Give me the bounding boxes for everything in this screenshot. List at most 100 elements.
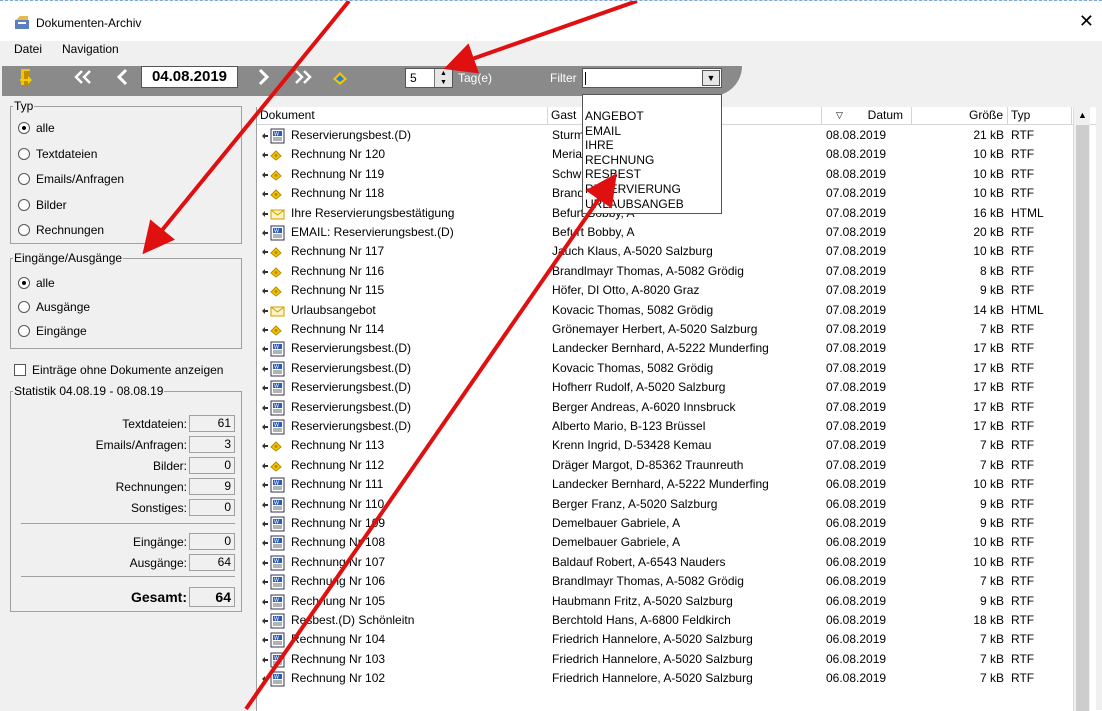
table-row[interactable]: W Reservierungsbest.(D) Kovacic Thomas, 50… [257, 359, 1072, 378]
typ-option[interactable]: alle [18, 121, 55, 135]
filter-option[interactable]: RESBEST [585, 168, 641, 181]
table-row[interactable]: W EMAIL: Reservierungsbest.(D) Befurt Bobb… [257, 223, 1072, 242]
scroll-thumb[interactable] [1076, 125, 1089, 711]
table-row[interactable]: Rechnung Nr 116 Brandlmayr Thomas, A-5082… [257, 262, 1072, 281]
radio-button[interactable] [18, 147, 30, 160]
cell-size: 20 kB [973, 225, 1004, 239]
checkbox-box[interactable] [14, 364, 26, 376]
today-icon[interactable] [330, 65, 350, 89]
radio-button[interactable] [18, 224, 30, 236]
cell-size: 10 kB [973, 166, 1004, 181]
cell-document: EMAIL: Reservierungsbest.(D) [291, 225, 454, 239]
show-empty-checkbox[interactable]: Einträge ohne Dokumente anzeigen [14, 363, 223, 377]
forward-icon[interactable] [254, 65, 272, 89]
svg-text:W: W [274, 578, 279, 584]
table-row[interactable]: W Rechnung Nr 102 Friedrich Hannelore, A-5… [257, 669, 1072, 688]
spin-arrows-icon[interactable]: ▲ ▼ [434, 69, 452, 87]
filter-option[interactable]: RESERVIERUNG [585, 183, 681, 196]
close-icon[interactable]: ✕ [1079, 12, 1094, 30]
cell-guest: Berger Andreas, A-6020 Innsbruck [552, 399, 736, 414]
direction-option[interactable]: Ausgänge [18, 300, 90, 314]
col-header-type[interactable]: Typ [1008, 107, 1072, 125]
svg-text:W: W [274, 655, 279, 661]
cell-date: 06.08.2019 [826, 554, 887, 569]
back-fast-icon[interactable] [72, 65, 94, 89]
radio-button[interactable] [18, 122, 30, 134]
radio-button[interactable] [18, 173, 30, 185]
exit-door-icon[interactable] [18, 65, 34, 89]
menu-navigation[interactable]: Navigation [62, 42, 119, 56]
table-row[interactable]: W Rechnung Nr 107 Baldauf Robert, A-6543 N… [257, 553, 1072, 572]
typ-option[interactable]: Rechnungen [18, 223, 104, 237]
direction-option[interactable]: Eingänge [18, 324, 87, 338]
cell-document: Rechnung Nr 119 [291, 166, 385, 181]
filter-option[interactable]: EMAIL [585, 124, 621, 138]
table-row[interactable]: W Rechnung Nr 104 Friedrich Hannelore, A-5… [257, 630, 1072, 649]
cell-date: 07.08.2019 [826, 205, 887, 220]
stat-label: Textdateien: [122, 417, 187, 431]
table-row[interactable]: W Rechnung Nr 111 Landecker Bernhard, A-52… [257, 475, 1072, 494]
cell-date: 06.08.2019 [826, 574, 887, 589]
cell-type: RTF [1011, 574, 1035, 589]
table-row[interactable]: W Reservierungsbest.(D) Landecker Bernhard… [257, 339, 1072, 358]
col-header-document[interactable]: Dokument [257, 107, 548, 125]
table-row[interactable]: Rechnung Nr 114 Grönemayer Herbert, A-502… [257, 320, 1072, 339]
stat-invoices: Rechnungen: 9 [11, 477, 243, 497]
table-row[interactable]: W Rechnung Nr 106 Brandlmayr Thomas, A-508… [257, 572, 1072, 591]
cell-type: RTF [1011, 516, 1035, 530]
table-row[interactable]: W Reservierungsbest.(D) Berger Andreas, A-… [257, 398, 1072, 417]
table-row[interactable]: W Rechnung Nr 108 Demelbauer Gabriele, A 06… [257, 533, 1072, 552]
cell-type: RTF [1011, 593, 1035, 608]
filter-option[interactable]: IHRE [585, 139, 614, 152]
table-row[interactable]: W Reservierungsbest.(D) Hofherr Rudolf, A-… [257, 378, 1072, 397]
table-row[interactable]: W Reservierungsbest.(D) Alberto Mario, B-1… [257, 417, 1072, 436]
back-icon[interactable] [114, 65, 132, 89]
table-row[interactable]: W Rechnung Nr 103 Friedrich Hannelore, A-5… [257, 650, 1072, 669]
table-row[interactable]: Urlaubsangebot Kovacic Thomas, 5082 Grödi… [257, 301, 1072, 320]
filter-option[interactable]: RECHNUNG [585, 153, 654, 167]
forward-fast-icon[interactable] [292, 65, 314, 89]
table-row[interactable]: Rechnung Nr 117 Jauch Klaus, A-5020 Salzb… [257, 242, 1072, 261]
table-row[interactable]: W Rechnung Nr 105 Haubmann Fritz, A-5020 S… [257, 592, 1072, 611]
stat-value: 9 [189, 478, 235, 495]
radio-button[interactable] [18, 325, 30, 337]
cell-type: RTF [1011, 671, 1035, 686]
scroll-up-icon[interactable]: ▲ [1074, 107, 1091, 124]
table-row[interactable]: Rechnung Nr 115 Höfer, DI Otto, A-8020 Gr… [257, 281, 1072, 300]
days-stepper[interactable]: 5 ▲ ▼ [405, 68, 453, 88]
table-row[interactable]: W Rechnung Nr 110 Berger Franz, A-5020 Sal… [257, 495, 1072, 514]
col-header-size[interactable]: Größe [912, 107, 1008, 125]
cell-date: 07.08.2019 [826, 263, 887, 278]
direction-option[interactable]: alle [18, 276, 55, 290]
menu-file[interactable]: Datei [14, 42, 42, 56]
typ-option[interactable]: Emails/Anfragen [18, 172, 124, 186]
word-icon: W [262, 574, 285, 590]
typ-option[interactable]: Textdateien [18, 147, 97, 161]
chevron-down-icon[interactable]: ▼ [702, 70, 720, 86]
filter-option[interactable]: ANGEBOT [585, 110, 644, 123]
cell-size: 17 kB [973, 380, 1004, 395]
direction-legend: Eingänge/Ausgänge [14, 251, 123, 265]
svg-text:W: W [274, 481, 279, 487]
cell-document: Rechnung Nr 115 [291, 283, 385, 298]
radio-button[interactable] [18, 277, 30, 289]
radio-button[interactable] [18, 198, 30, 211]
cell-guest: Kovacic Thomas, 5082 Grödig [552, 360, 714, 375]
filter-combo[interactable]: ▼ [582, 68, 722, 88]
cell-document: Rechnung Nr 117 [291, 244, 385, 259]
vertical-scrollbar[interactable]: ▲ [1073, 107, 1090, 711]
cell-size: 9 kB [979, 496, 1004, 511]
svg-text:W: W [274, 597, 279, 603]
cell-type: RTF [1011, 496, 1035, 511]
cell-document: Rechnung Nr 110 [291, 496, 385, 511]
typ-option[interactable]: Bilder [18, 198, 67, 212]
col-header-date[interactable]: ▽ Datum [822, 107, 912, 125]
table-row[interactable]: W Rechnung Nr 109 Demelbauer Gabriele, A 06… [257, 514, 1072, 533]
table-row[interactable]: W Resbest.(D) Schönleitn Berchtold Hans, A… [257, 611, 1072, 630]
cell-size: 7 kB [979, 651, 1004, 666]
filter-option[interactable]: URLAUBSANGEB [585, 197, 684, 211]
table-row[interactable]: Rechnung Nr 113 Krenn Ingrid, D-53428 Kem… [257, 436, 1072, 455]
date-field[interactable]: 04.08.2019 [141, 66, 238, 88]
table-row[interactable]: Rechnung Nr 112 Dräger Margot, D-85362 Tr… [257, 456, 1072, 475]
radio-button[interactable] [18, 301, 30, 313]
